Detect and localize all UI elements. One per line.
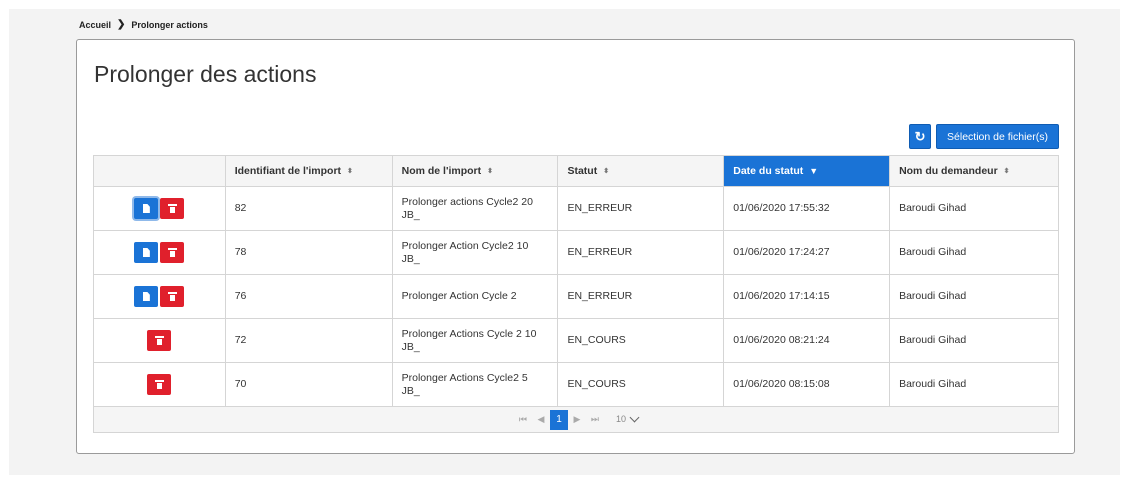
cell-id: 78 xyxy=(224,230,393,275)
trash-icon xyxy=(154,336,164,345)
column-header-actions xyxy=(93,155,226,187)
column-header-label: Nom du demandeur xyxy=(899,165,998,177)
cell-status: EN_ERREUR xyxy=(557,274,725,319)
row-actions xyxy=(93,186,226,231)
table-row: 72 Prolonger Actions Cycle 2 10 JB_ EN_C… xyxy=(93,318,1059,363)
main-panel: Prolonger des actions ↻ Sélection de fic… xyxy=(76,39,1075,454)
column-header-label: Nom de l'import xyxy=(401,165,482,177)
prev-page-icon[interactable]: ◀ xyxy=(532,413,550,426)
sort-icon: ⬍ xyxy=(347,167,353,175)
chevron-right-icon: ❯ xyxy=(117,19,126,30)
table-row: 78 Prolonger Action Cycle2 10 JB_ EN_ERR… xyxy=(93,230,1059,275)
cell-name: Prolonger actions Cycle2 20 JB_ xyxy=(391,186,559,231)
delete-button[interactable] xyxy=(160,198,185,219)
cell-id: 70 xyxy=(224,362,393,407)
row-actions xyxy=(93,274,226,319)
column-header-requester[interactable]: Nom du demandeur ⬍ xyxy=(889,155,1059,187)
refresh-icon: ↻ xyxy=(914,128,926,144)
page-size-value: 10 xyxy=(615,414,626,424)
cell-id: 82 xyxy=(224,186,393,231)
cell-date: 01/06/2020 08:15:08 xyxy=(723,362,891,407)
column-header-date[interactable]: Date du statut ▼ xyxy=(723,155,891,187)
first-page-icon[interactable]: ⏮ xyxy=(514,413,532,426)
table-row: 76 Prolonger Action Cycle 2 EN_ERREUR 01… xyxy=(93,274,1059,319)
page-size-select[interactable]: 10 xyxy=(615,412,640,426)
cell-requester: Baroudi Gihad xyxy=(889,362,1059,407)
table-header-row: Identifiant de l'import ⬍ Nom de l'import… xyxy=(93,155,1059,187)
table-row: 82 Prolonger actions Cycle2 20 JB_ EN_ER… xyxy=(93,186,1059,231)
next-page-icon[interactable]: ▶ xyxy=(568,413,586,426)
delete-button[interactable] xyxy=(147,330,172,351)
breadcrumb: Accueil ❯ Prolonger actions xyxy=(79,19,208,30)
view-file-button[interactable] xyxy=(134,242,159,263)
cell-name: Prolonger Action Cycle 2 xyxy=(391,274,559,319)
cell-status: EN_COURS xyxy=(557,318,725,363)
page-title: Prolonger des actions xyxy=(94,61,317,87)
sort-icon: ⬍ xyxy=(603,167,610,175)
cell-date: 01/06/2020 17:55:32 xyxy=(723,186,891,231)
trash-icon xyxy=(167,292,177,301)
view-file-button[interactable] xyxy=(134,198,159,219)
column-header-name[interactable]: Nom de l'import ⬍ xyxy=(391,155,559,187)
imports-table: Identifiant de l'import ⬍ Nom de l'import… xyxy=(93,155,1059,433)
sort-icon: ⬍ xyxy=(487,167,493,175)
document-icon xyxy=(142,292,150,301)
table-row: 70 Prolonger Actions Cycle2 5 JB_ EN_COU… xyxy=(93,362,1059,407)
select-files-button[interactable]: Sélection de fichier(s) xyxy=(936,124,1059,149)
pagination-cell: ⏮ ◀ 1 ▶ ⏭ 10 xyxy=(93,406,1059,433)
cell-status: EN_COURS xyxy=(557,362,725,407)
pagination-row: ⏮ ◀ 1 ▶ ⏭ 10 xyxy=(93,406,1059,433)
delete-button[interactable] xyxy=(147,374,172,395)
cell-requester: Baroudi Gihad xyxy=(889,230,1059,275)
cell-name: Prolonger Actions Cycle2 5 JB_ xyxy=(391,362,559,407)
cell-date: 01/06/2020 17:24:27 xyxy=(723,230,891,275)
sort-desc-icon: ▼ xyxy=(809,165,819,176)
document-icon xyxy=(142,248,150,257)
delete-button[interactable] xyxy=(160,286,185,307)
pagination: ⏮ ◀ 1 ▶ ⏭ 10 xyxy=(103,409,1049,430)
cell-name: Prolonger Actions Cycle 2 10 JB_ xyxy=(391,318,559,363)
cell-status: EN_ERREUR xyxy=(557,230,725,275)
cell-requester: Baroudi Gihad xyxy=(889,318,1059,363)
chevron-down-icon xyxy=(629,412,640,423)
document-icon xyxy=(142,204,150,213)
refresh-button[interactable]: ↻ xyxy=(909,124,932,149)
cell-date: 01/06/2020 17:14:15 xyxy=(723,274,891,319)
cell-status: EN_ERREUR xyxy=(557,186,725,231)
row-actions xyxy=(93,362,226,407)
trash-icon xyxy=(154,380,164,389)
column-header-label: Statut xyxy=(567,165,598,177)
view-file-button[interactable] xyxy=(134,286,159,307)
trash-icon xyxy=(167,204,177,213)
column-header-status[interactable]: Statut ⬍ xyxy=(557,155,725,187)
cell-id: 76 xyxy=(224,274,393,319)
last-page-icon[interactable]: ⏭ xyxy=(586,413,604,426)
row-actions xyxy=(93,318,226,363)
column-header-id[interactable]: Identifiant de l'import ⬍ xyxy=(224,155,393,187)
column-header-label: Date du statut xyxy=(733,165,804,177)
breadcrumb-current: Prolonger actions xyxy=(131,19,208,30)
cell-date: 01/06/2020 08:21:24 xyxy=(723,318,891,363)
cell-requester: Baroudi Gihad xyxy=(889,186,1059,231)
toolbar: ↻ Sélection de fichier(s) xyxy=(909,124,1059,149)
delete-button[interactable] xyxy=(160,242,185,263)
row-actions xyxy=(93,230,226,275)
trash-icon xyxy=(167,248,177,257)
current-page-button[interactable]: 1 xyxy=(549,409,568,430)
cell-requester: Baroudi Gihad xyxy=(889,274,1059,319)
cell-id: 72 xyxy=(224,318,393,363)
cell-name: Prolonger Action Cycle2 10 JB_ xyxy=(391,230,559,275)
column-header-label: Identifiant de l'import xyxy=(234,165,342,177)
breadcrumb-home-link[interactable]: Accueil xyxy=(79,20,111,30)
sort-icon: ⬍ xyxy=(1003,167,1010,175)
